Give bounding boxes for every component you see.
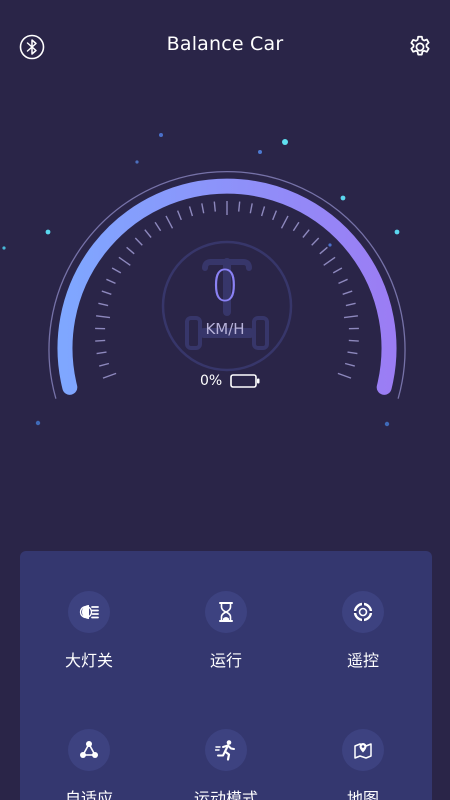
headlight-toggle[interactable]: 大灯关 bbox=[29, 591, 149, 671]
gauge-tick bbox=[311, 237, 320, 246]
gauge-tick bbox=[96, 351, 107, 355]
adaptive-nodes-icon bbox=[80, 741, 98, 758]
adaptive-icon-circle bbox=[68, 729, 110, 771]
gauge-tick bbox=[165, 215, 174, 229]
gauge-tick bbox=[347, 351, 358, 355]
run-icon-circle bbox=[205, 591, 247, 633]
gauge-tick bbox=[134, 237, 143, 246]
remote-icon-circle bbox=[342, 591, 384, 633]
adaptive-label: 自适应 bbox=[64, 789, 113, 800]
gauge-tick bbox=[292, 221, 300, 232]
run-button[interactable]: 运行 bbox=[166, 591, 286, 671]
gauge-tick bbox=[126, 246, 135, 255]
run-label: 运行 bbox=[209, 651, 242, 670]
remote-ring-icon bbox=[353, 602, 373, 622]
remote-label: 遥控 bbox=[346, 651, 379, 670]
battery-status: 0% bbox=[200, 370, 222, 392]
settings-button[interactable] bbox=[405, 32, 435, 62]
speed-value: 0 bbox=[211, 261, 239, 312]
headlight-icon bbox=[79, 605, 99, 619]
sport-icon-circle bbox=[205, 729, 247, 771]
map-button[interactable]: 地图 bbox=[303, 729, 423, 800]
adaptive-button[interactable]: 自适应 bbox=[29, 729, 149, 800]
gauge-tick bbox=[213, 201, 216, 212]
gauge-tick bbox=[201, 203, 205, 214]
running-man-icon bbox=[215, 740, 235, 761]
gauge-tick bbox=[99, 362, 110, 367]
gauge-tick bbox=[302, 229, 310, 238]
map-label: 地图 bbox=[346, 789, 379, 800]
battery-percent: 0% bbox=[200, 373, 223, 389]
remote-control-button[interactable]: 遥控 bbox=[303, 591, 423, 671]
gauge-tick bbox=[238, 201, 241, 212]
gauge-tick bbox=[348, 339, 359, 342]
gauge-tick bbox=[154, 221, 162, 232]
map-pin-icon bbox=[354, 743, 372, 759]
gauge-tick bbox=[272, 210, 278, 221]
gauge-tick bbox=[176, 210, 182, 221]
gauge-tick bbox=[319, 246, 328, 255]
sport-label: 运动模式 bbox=[193, 789, 258, 800]
gauge-tick bbox=[249, 203, 253, 214]
gauge-tick bbox=[343, 315, 358, 319]
map-icon-circle bbox=[342, 729, 384, 771]
gauge-tick bbox=[144, 229, 152, 238]
gauge-tick bbox=[96, 315, 111, 319]
speed-unit: KM/H bbox=[205, 320, 245, 338]
page-title: Balance Car bbox=[166, 33, 284, 55]
gauge-tick bbox=[280, 215, 289, 229]
gauge-tick bbox=[102, 372, 117, 379]
gauge-tick bbox=[188, 206, 194, 217]
hourglass-icon bbox=[219, 602, 233, 622]
headlight-label: 大灯关 bbox=[64, 651, 113, 670]
gauge-tick bbox=[344, 362, 355, 367]
battery-icon bbox=[230, 374, 260, 388]
sport-mode-button[interactable]: 运动模式 bbox=[166, 729, 286, 800]
app-screen: Balance Car 0 KM/H 0% 大灯关 运行 遥控 自适应 运动模式… bbox=[0, 0, 450, 800]
gear-icon bbox=[410, 35, 430, 56]
gauge-tick bbox=[260, 206, 266, 217]
headlight-icon-circle bbox=[68, 591, 110, 633]
gauge-tick bbox=[337, 372, 352, 379]
gauge-tick bbox=[95, 339, 106, 342]
header: Balance Car bbox=[0, 0, 450, 92]
function-panel: 大灯关 运行 遥控 自适应 运动模式 地图 bbox=[20, 551, 432, 800]
